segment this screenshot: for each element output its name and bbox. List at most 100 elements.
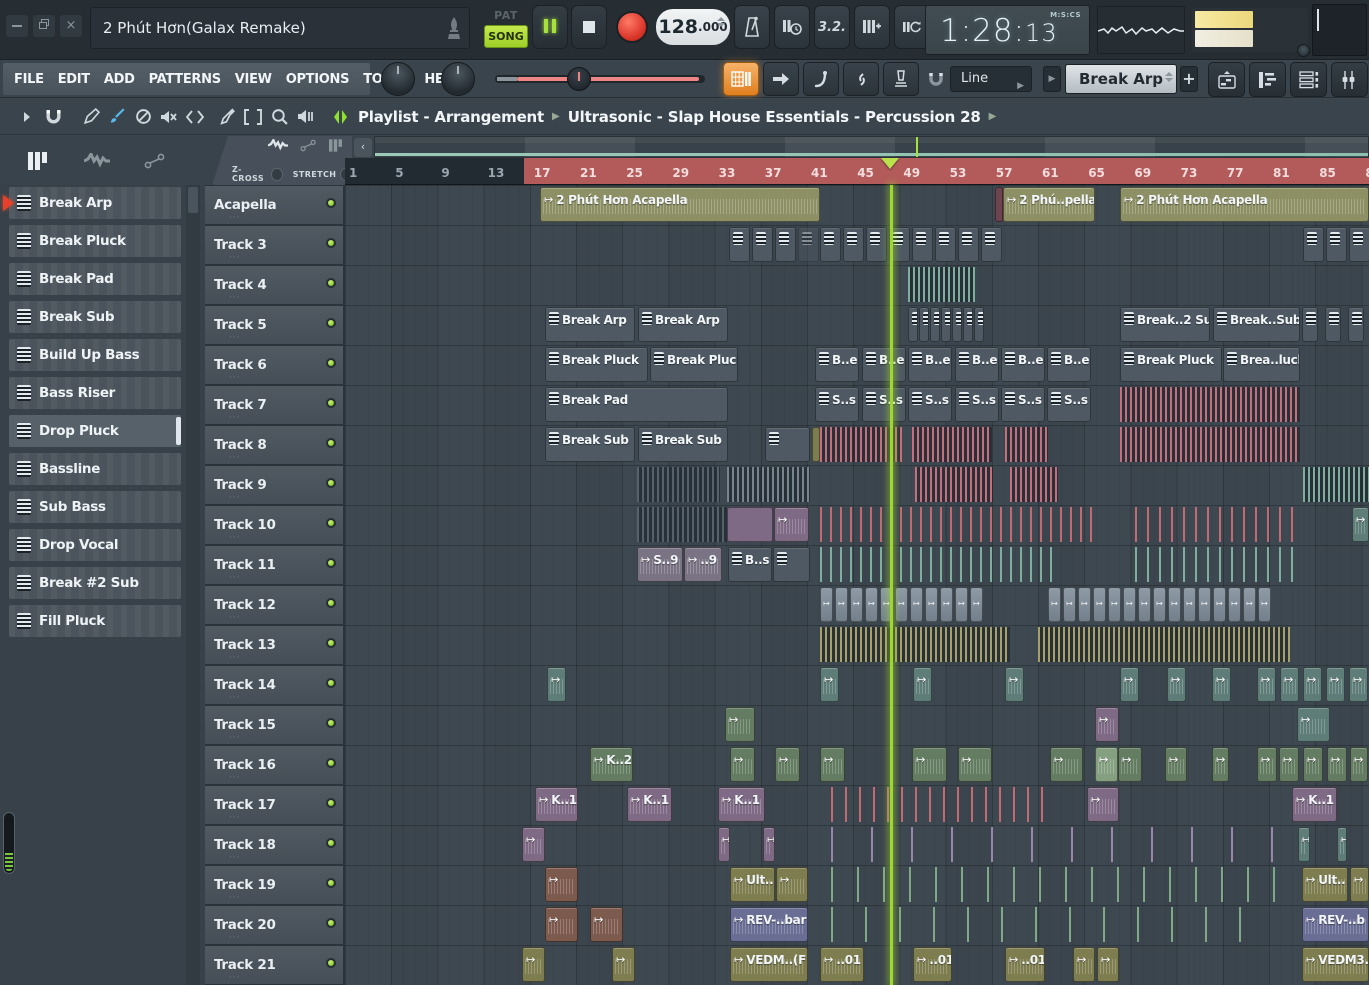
- track-mute-led[interactable]: [326, 798, 336, 808]
- pattern-clip[interactable]: B..e: [908, 347, 952, 382]
- pattern-clip[interactable]: S..s: [815, 387, 859, 422]
- snap-magnet-tool-icon[interactable]: [40, 104, 66, 130]
- paint-brush-tool[interactable]: [104, 104, 130, 130]
- pattern-clip[interactable]: S..s: [1047, 387, 1091, 422]
- clip-fragment[interactable]: [812, 427, 820, 462]
- pattern-clip[interactable]: [1326, 227, 1347, 262]
- track-mute-led[interactable]: [326, 318, 336, 328]
- audio-clip[interactable]: ↦: [1167, 667, 1186, 702]
- audio-stripe-region[interactable]: [1303, 467, 1369, 502]
- track-header[interactable]: Track 5···: [205, 306, 343, 344]
- pattern-clip[interactable]: [843, 227, 864, 262]
- audio-chip[interactable]: ↦: [895, 587, 908, 622]
- monitor-icon[interactable]: [1297, 44, 1310, 57]
- audio-clip[interactable]: ↦: [820, 747, 845, 782]
- vertical-zoom-scrollbar[interactable]: [3, 812, 15, 874]
- audio-clip[interactable]: ↦VEDM3..1: [1302, 947, 1369, 982]
- pattern-menu-button[interactable]: ▶: [1043, 66, 1061, 92]
- track-mute-led[interactable]: [326, 758, 336, 768]
- audio-chip[interactable]: ↦: [1078, 587, 1091, 622]
- add-pattern-button[interactable]: +: [1180, 66, 1198, 92]
- audio-stripe-region[interactable]: [1010, 467, 1058, 502]
- audio-chip[interactable]: ↦: [820, 587, 833, 622]
- pattern-item[interactable]: Break #2 Sub: [9, 567, 181, 599]
- pattern-clip[interactable]: [912, 227, 933, 262]
- pattern-clip[interactable]: [729, 227, 750, 262]
- audio-clip[interactable]: ↦K..1: [535, 787, 578, 822]
- audio-clip[interactable]: ↦: [1095, 747, 1118, 782]
- track-mute-led[interactable]: [326, 598, 336, 608]
- time-display[interactable]: 1:28:13 M:S:CS: [925, 5, 1090, 55]
- countdown-button[interactable]: 3.2.: [814, 5, 850, 49]
- song-position-slider[interactable]: [495, 75, 705, 83]
- track-mute-led[interactable]: [326, 558, 336, 568]
- track-header[interactable]: Track 17···: [205, 786, 343, 824]
- piano-roll-window-button[interactable]: [1249, 62, 1286, 97]
- track-mute-led[interactable]: [326, 718, 336, 728]
- track-mute-led[interactable]: [326, 278, 336, 288]
- track-header[interactable]: Track 10···: [205, 506, 343, 544]
- pattern-clip[interactable]: [1303, 227, 1324, 262]
- audio-clip[interactable]: ↦: [725, 707, 755, 742]
- loop-record-button[interactable]: [854, 5, 890, 49]
- performance-mode-button[interactable]: [763, 62, 799, 96]
- audio-stripe-region[interactable]: [1038, 627, 1290, 662]
- track-header[interactable]: Track 8···: [205, 426, 343, 464]
- close-button[interactable]: ×: [60, 15, 82, 37]
- restore-button[interactable]: [33, 15, 55, 37]
- slice-tool[interactable]: [214, 104, 240, 130]
- typing-keyboard-button[interactable]: [883, 62, 919, 96]
- pattern-clip[interactable]: [775, 227, 796, 262]
- audio-clip[interactable]: ↦: [1350, 747, 1368, 782]
- pattern-clip[interactable]: [935, 227, 956, 262]
- pattern-clip[interactable]: S..s: [908, 387, 952, 422]
- pattern-clip[interactable]: Break Pluck: [545, 347, 648, 382]
- play-pause-button[interactable]: [532, 5, 568, 49]
- pattern-clip[interactable]: S..s: [1001, 387, 1045, 422]
- project-title-field[interactable]: 2 Phút Hơn(Galax Remake): [90, 7, 470, 49]
- note-lines-region[interactable]: [820, 507, 1098, 542]
- track-mute-led[interactable]: [326, 518, 336, 528]
- playback-preview-tool[interactable]: [292, 104, 318, 130]
- audio-clip[interactable]: ↦..01: [1005, 947, 1045, 982]
- pattern-clip[interactable]: Break Sub: [638, 427, 728, 462]
- pattern-clip[interactable]: [974, 307, 984, 342]
- playlist-grid[interactable]: ↦2 Phút Hơn Acapella↦2 Phú..pella↦2 Phút…: [345, 185, 1369, 985]
- audio-chip[interactable]: ↦: [1063, 587, 1076, 622]
- automation-tab-icon[interactable]: [144, 153, 166, 169]
- channel-rack-window-button[interactable]: [1290, 62, 1327, 97]
- audio-clip[interactable]: ↦: [912, 747, 947, 782]
- master-pitch-knob[interactable]: [441, 62, 475, 96]
- zcross-checkbox[interactable]: [271, 168, 282, 181]
- menu-file[interactable]: FILE: [7, 72, 51, 87]
- pattern-clip[interactable]: Break Arp: [545, 307, 635, 342]
- pattern-selector[interactable]: Break Arp: [1065, 64, 1177, 94]
- pattern-clip[interactable]: [919, 307, 929, 342]
- pattern-clip[interactable]: [773, 547, 810, 582]
- cpu-memory-meters[interactable]: [1192, 8, 1308, 52]
- pattern-clip[interactable]: [1325, 307, 1341, 342]
- pattern-item[interactable]: Drop Vocal: [9, 529, 181, 561]
- pattern-clip[interactable]: [908, 307, 918, 342]
- tempo-spinner[interactable]: [717, 17, 725, 27]
- pattern-clip[interactable]: B..s: [728, 547, 772, 582]
- audio-chip[interactable]: ↦: [1048, 587, 1061, 622]
- menu-options[interactable]: OPTIONS: [279, 72, 356, 87]
- pattern-item[interactable]: Sub Bass: [9, 491, 181, 523]
- pattern-clip[interactable]: B..e: [1047, 347, 1091, 382]
- pattern-item[interactable]: Bass Riser: [9, 377, 181, 409]
- audio-clip[interactable]: ↦: [1303, 667, 1322, 702]
- scroll-back-button[interactable]: ‹: [354, 138, 372, 157]
- audio-mini-icon[interactable]: [268, 139, 288, 152]
- track-mute-led[interactable]: [326, 238, 336, 248]
- note-lines-region[interactable]: [831, 787, 1050, 822]
- song-mode-button[interactable]: SONG: [484, 25, 528, 48]
- audio-clip[interactable]: ↦..01: [913, 947, 952, 982]
- pattern-clip[interactable]: [952, 307, 962, 342]
- audio-chip[interactable]: ↦: [940, 587, 953, 622]
- audio-clip[interactable]: ↦: [1326, 667, 1345, 702]
- audio-clip[interactable]: ↦K..1: [1292, 787, 1337, 822]
- audio-clip[interactable]: ↦REV-..b: [1302, 907, 1369, 942]
- audio-clip[interactable]: ↦: [522, 827, 545, 862]
- preview-speaker-icon[interactable]: [332, 109, 349, 125]
